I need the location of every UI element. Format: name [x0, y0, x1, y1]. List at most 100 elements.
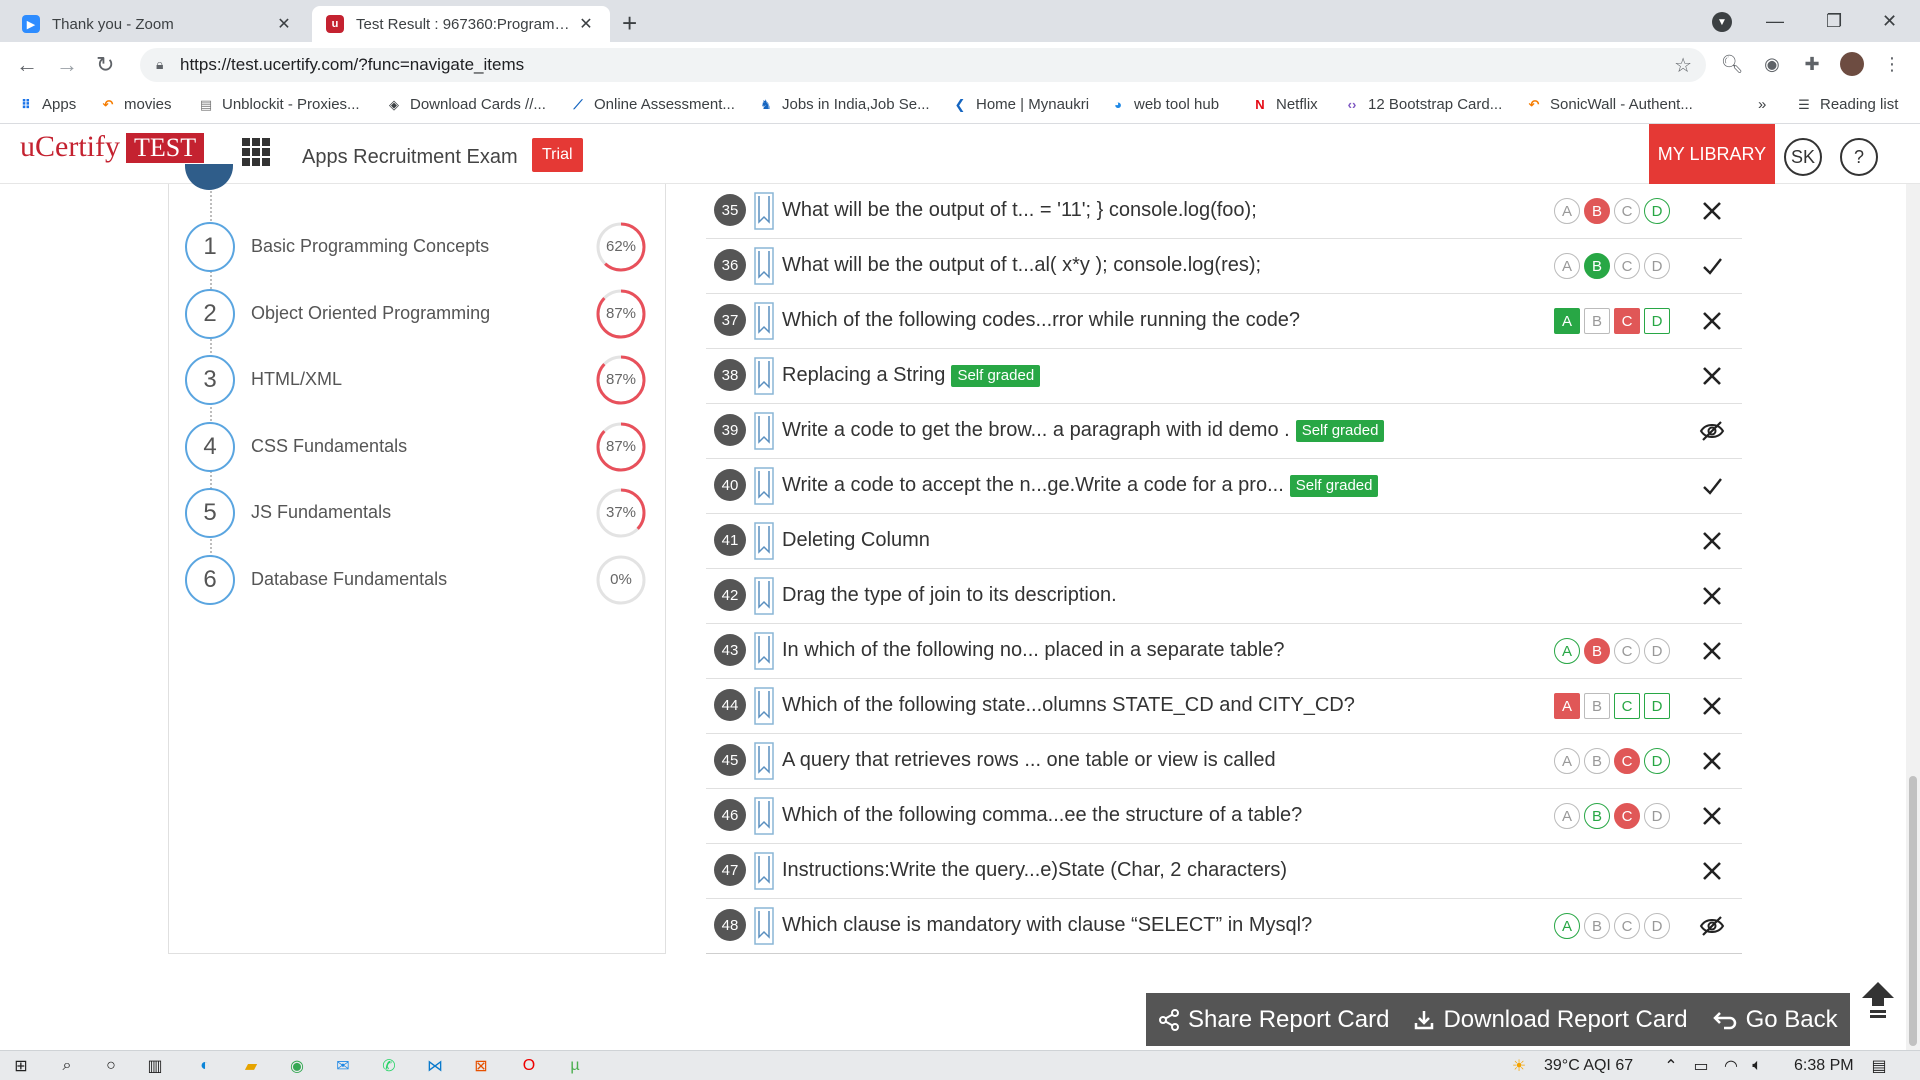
question-row[interactable]: 38 Replacing a String Self graded: [706, 349, 1742, 404]
question-text[interactable]: Write a code to accept the n...ge.Write …: [782, 474, 1379, 497]
chrome-icon[interactable]: ◉: [286, 1056, 308, 1076]
help-icon[interactable]: ?: [1840, 138, 1878, 176]
reading-list[interactable]: ☰ Reading list: [1796, 96, 1898, 113]
bookmark-icon[interactable]: [754, 467, 774, 505]
question-text[interactable]: Instructions:Write the query...e)State (…: [782, 859, 1287, 882]
close-tab-icon[interactable]: ✕: [576, 14, 596, 34]
search-icon[interactable]: ⌕: [56, 1056, 78, 1076]
download-report-card-button[interactable]: Download Report Card: [1401, 1006, 1699, 1034]
bookmark-icon[interactable]: [754, 302, 774, 340]
chapter-item[interactable]: 1 Basic Programming Concepts 62%: [185, 222, 655, 276]
bookmark-bootstrap-cards[interactable]: ‹› 12 Bootstrap Card...: [1344, 96, 1503, 113]
bookmark-icon[interactable]: [754, 412, 774, 450]
minimize-icon[interactable]: —: [1766, 0, 1784, 42]
battery-icon[interactable]: ▭: [1690, 1056, 1712, 1076]
close-window-icon[interactable]: ✕: [1882, 0, 1897, 42]
new-tab-icon[interactable]: +: [622, 8, 637, 39]
back-icon[interactable]: ←: [16, 52, 38, 78]
question-row[interactable]: 47 Instructions:Write the query...e)State…: [706, 844, 1742, 899]
bookmark-icon[interactable]: [754, 192, 774, 230]
chapter-item[interactable]: 6 Database Fundamentals 0%: [185, 554, 655, 609]
question-row[interactable]: 45 A query that retrieves rows ... one ta…: [706, 734, 1742, 789]
vscode-icon[interactable]: ⋈: [424, 1056, 446, 1076]
question-row[interactable]: 44 Which of the following state...olumns …: [706, 679, 1742, 734]
question-row[interactable]: 39 Write a code to get the brow... a para…: [706, 404, 1742, 459]
user-avatar[interactable]: SK: [1784, 138, 1822, 176]
whatsapp-icon[interactable]: ✆: [378, 1056, 400, 1076]
tab-zoom[interactable]: ▶ Thank you - Zoom ✕: [8, 6, 308, 42]
notification-icon[interactable]: ▤: [1868, 1056, 1890, 1076]
question-row[interactable]: 37 Which of the following codes...rror wh…: [706, 294, 1742, 349]
cortana-icon[interactable]: ○: [100, 1056, 122, 1076]
question-row[interactable]: 48 Which clause is mandatory with clause …: [706, 899, 1742, 954]
question-text[interactable]: Deleting Column: [782, 529, 930, 552]
share-report-card-button[interactable]: Share Report Card: [1146, 1006, 1401, 1034]
bookmark-icon[interactable]: [754, 907, 774, 945]
question-text[interactable]: Which of the following codes...rror whil…: [782, 309, 1300, 332]
question-text[interactable]: In which of the following no... placed i…: [782, 639, 1285, 662]
apps-grid-icon[interactable]: [242, 138, 270, 166]
bookmark-jobs-india[interactable]: ♞ Jobs in India,Job Se...: [758, 96, 929, 113]
bookmark-icon[interactable]: [754, 632, 774, 670]
task-view-icon[interactable]: ▥: [144, 1056, 166, 1076]
bookmark-netflix[interactable]: N Netflix: [1252, 96, 1317, 113]
tab-test-result[interactable]: u Test Result : 967360:Programming ✕: [312, 6, 610, 42]
question-text[interactable]: Write a code to get the brow... a paragr…: [782, 419, 1385, 442]
question-row[interactable]: 35 What will be the output of t... = '11'…: [706, 184, 1742, 239]
question-text[interactable]: Replacing a String Self graded: [782, 364, 1041, 387]
bookmark-online-assessment[interactable]: ⟋ Online Assessment...: [570, 96, 734, 113]
bookmarks-more-chevron[interactable]: »: [1758, 96, 1766, 113]
edge-icon[interactable]: ◐: [194, 1056, 216, 1076]
question-row[interactable]: 36 What will be the output of t...al( x*y…: [706, 239, 1742, 294]
weather-text[interactable]: 39°C AQI 67: [1544, 1057, 1633, 1075]
tab-search-icon[interactable]: ▼: [1712, 12, 1732, 32]
profile-avatar-icon[interactable]: [1840, 52, 1864, 76]
address-bar[interactable]: 🔒︎ https://test.ucertify.com/?func=navig…: [140, 48, 1706, 82]
question-row[interactable]: 41 Deleting Column: [706, 514, 1742, 569]
question-text[interactable]: Which of the following state...olumns ST…: [782, 694, 1355, 717]
bookmark-web-tool-hub[interactable]: ◕ web tool hub: [1110, 96, 1219, 113]
bookmark-icon[interactable]: [754, 357, 774, 395]
xampp-icon[interactable]: ⊠: [470, 1056, 492, 1076]
clock-time[interactable]: 6:38 PM: [1794, 1057, 1854, 1075]
scrollbar-thumb[interactable]: [1909, 776, 1917, 1046]
question-row[interactable]: 43 In which of the following no... placed…: [706, 624, 1742, 679]
question-text[interactable]: What will be the output of t... = '11'; …: [782, 199, 1257, 222]
extension-globe-icon[interactable]: ◉: [1760, 52, 1784, 76]
close-tab-icon[interactable]: ✕: [274, 14, 294, 34]
mail-icon[interactable]: ✉: [332, 1056, 354, 1076]
question-text[interactable]: Drag the type of join to its description…: [782, 584, 1117, 607]
question-row[interactable]: 46 Which of the following comma...ee the …: [706, 789, 1742, 844]
my-library-button[interactable]: MY LIBRARY: [1649, 124, 1775, 184]
zoom-search-icon[interactable]: 🔍︎: [1720, 52, 1744, 76]
bookmark-apps[interactable]: ⠿ Apps: [18, 96, 76, 113]
bookmark-mynaukri[interactable]: ❮ Home | Mynaukri: [952, 96, 1090, 113]
page-scrollbar[interactable]: [1906, 184, 1920, 1050]
bookmark-icon[interactable]: [754, 577, 774, 615]
question-row[interactable]: 42 Drag the type of join to its descripti…: [706, 569, 1742, 624]
forward-icon[interactable]: →: [56, 52, 78, 78]
bookmark-icon[interactable]: [754, 797, 774, 835]
chapter-item[interactable]: 5 JS Fundamentals 37%: [185, 488, 655, 542]
bookmark-icon[interactable]: [754, 247, 774, 285]
ucertify-logo[interactable]: uCertify TEST: [20, 130, 205, 164]
tray-chevron-icon[interactable]: ⌃: [1660, 1056, 1682, 1076]
chapter-item[interactable]: 4 CSS Fundamentals 87%: [185, 421, 655, 476]
bookmark-icon[interactable]: [754, 852, 774, 890]
opera-icon[interactable]: O: [518, 1056, 540, 1076]
menu-kebab-icon[interactable]: ⋮: [1880, 52, 1904, 76]
question-row[interactable]: 40 Write a code to accept the n...ge.Writ…: [706, 459, 1742, 514]
extensions-puzzle-icon[interactable]: ✚: [1800, 52, 1824, 76]
volume-icon[interactable]: 🔈︎: [1746, 1056, 1768, 1076]
utorrent-icon[interactable]: µ: [564, 1056, 586, 1076]
windows-start-icon[interactable]: ⊞: [10, 1056, 32, 1076]
question-text[interactable]: What will be the output of t...al( x*y )…: [782, 254, 1261, 277]
bookmark-movies[interactable]: ↶ movies: [100, 96, 172, 113]
question-text[interactable]: A query that retrieves rows ... one tabl…: [782, 749, 1276, 772]
scroll-to-top-icon[interactable]: [1860, 980, 1896, 1020]
wifi-icon[interactable]: ◠: [1720, 1056, 1742, 1076]
chapter-item[interactable]: 3 HTML/XML 87%: [185, 355, 655, 409]
restore-icon[interactable]: ❐: [1826, 0, 1842, 42]
bookmark-unblockit[interactable]: ▤ Unblockit - Proxies...: [198, 96, 360, 113]
chapter-item[interactable]: 2 Object Oriented Programming 87%: [185, 288, 655, 343]
